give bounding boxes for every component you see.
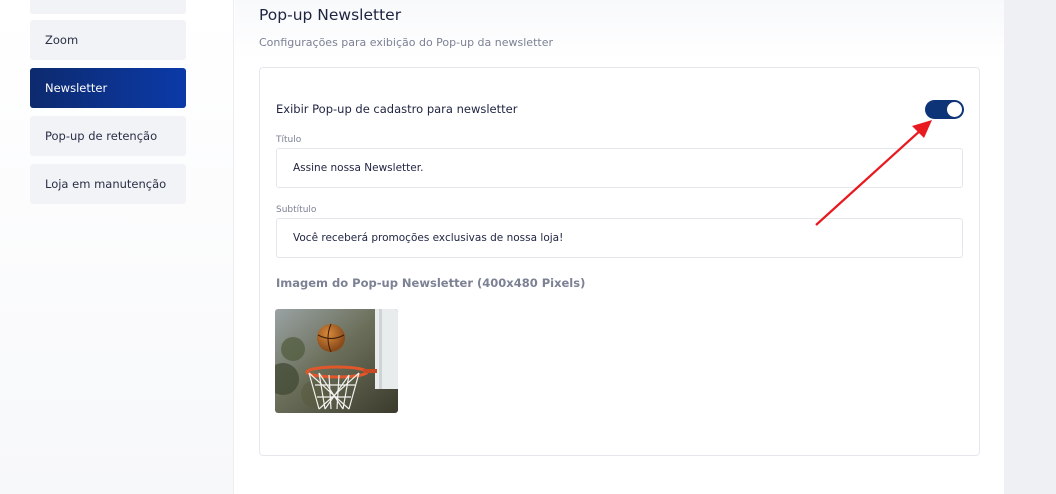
section-subtitle: Configurações para exibição do Pop-up da… xyxy=(259,36,553,49)
subtitle-input[interactable]: Você receberá promoções exclusivas de no… xyxy=(276,218,963,258)
title-field-label: Título xyxy=(276,135,302,145)
page-scroll-area xyxy=(1004,0,1056,494)
popup-image-label: Imagem do Pop-up Newsletter (400x480 Pix… xyxy=(276,276,586,290)
settings-sidebar: Zoom Newsletter Pop-up de retenção Loja … xyxy=(0,0,234,494)
sidebar-item-retention-popup[interactable]: Pop-up de retenção xyxy=(30,116,186,156)
popup-toggle-switch[interactable] xyxy=(925,100,964,119)
toggle-knob xyxy=(947,102,962,117)
main-content: Pop-up Newsletter Configurações para exi… xyxy=(235,0,1004,494)
section-title: Pop-up Newsletter xyxy=(259,6,402,24)
sidebar-item-previous[interactable] xyxy=(30,0,186,14)
basketball-hoop-image xyxy=(275,309,398,413)
subtitle-field-label: Subtítulo xyxy=(276,205,317,215)
sidebar-item-zoom[interactable]: Zoom xyxy=(30,20,186,60)
title-input[interactable]: Assine nossa Newsletter. xyxy=(276,148,963,188)
newsletter-settings-card: Exibir Pop-up de cadastro para newslette… xyxy=(259,67,980,456)
popup-toggle-label: Exibir Pop-up de cadastro para newslette… xyxy=(276,102,518,116)
sidebar-item-maintenance[interactable]: Loja em manutenção xyxy=(30,164,186,204)
sidebar-item-newsletter[interactable]: Newsletter xyxy=(30,68,186,108)
popup-image-thumbnail[interactable] xyxy=(275,309,398,413)
